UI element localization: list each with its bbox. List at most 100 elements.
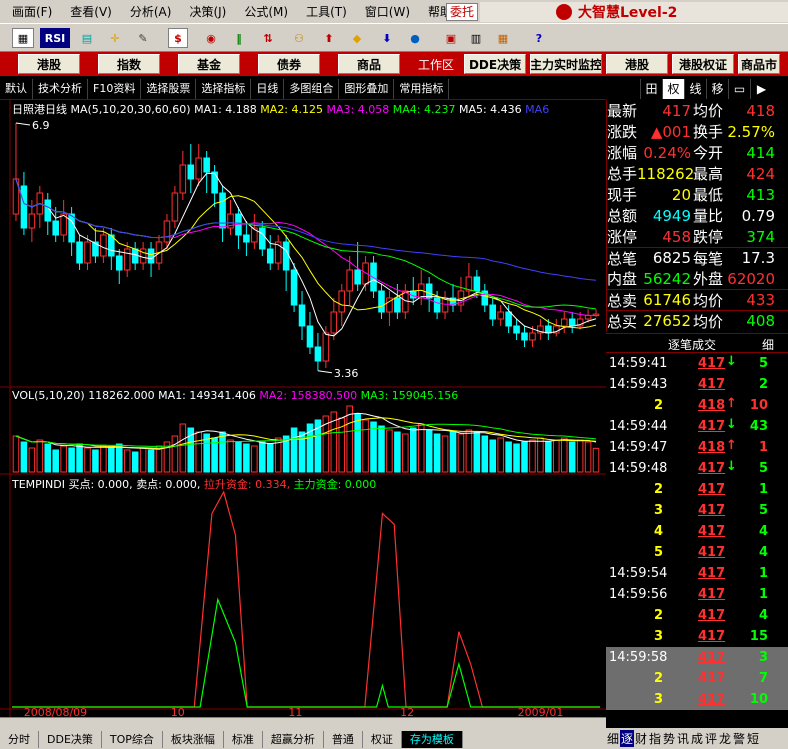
arrow-down-icon[interactable]: ⬇ — [376, 28, 398, 48]
sub-overlay[interactable]: 图形叠加 — [339, 78, 395, 99]
books-icon[interactable]: ▦ — [492, 28, 514, 48]
diamond-icon[interactable]: ◆ — [346, 28, 368, 48]
nav-hk-stocks-2[interactable]: 港股 — [606, 54, 669, 74]
nav-commodity-market[interactable]: 商品市 — [738, 54, 781, 74]
nav-hk-stocks[interactable]: 港股 — [18, 54, 80, 74]
print-icon[interactable]: ▣ — [440, 28, 462, 48]
nav-main-monitor[interactable]: 主力实时监控 — [530, 54, 603, 74]
quote-value: 0.24% — [643, 143, 691, 162]
tick-row: 14:59:47 418 ↑ 1 — [606, 437, 788, 458]
right-bottom-tab[interactable]: 财 — [634, 730, 648, 747]
bottom-tab[interactable]: 普通 — [324, 731, 363, 748]
right-bottom-tab[interactable]: 势 — [662, 730, 676, 747]
menu-analysis[interactable]: 分析(A) — [118, 0, 178, 24]
bottom-tab[interactable]: 权证 — [363, 731, 402, 748]
chart-icon[interactable]: ▤ — [76, 28, 98, 48]
tick-price: 417 — [698, 650, 726, 665]
help-icon[interactable]: ? — [528, 28, 550, 48]
volume-bar — [243, 443, 250, 473]
tick-volume: 3 — [758, 650, 768, 665]
bars-icon[interactable]: ‖ — [228, 28, 250, 48]
volume-bar — [386, 429, 393, 473]
nav-index[interactable]: 指数 — [98, 54, 160, 74]
rtab-next-icon[interactable]: ▶ — [750, 79, 772, 99]
kline-chart-area[interactable]: 6.9 3.36 2008/08/09 10 11 12 2009/01 日照港日线 MA(… — [0, 100, 606, 719]
binoculars-icon[interactable]: ⚇ — [288, 28, 310, 48]
menu-window[interactable]: 窗口(W) — [353, 0, 416, 24]
candle-body — [131, 248, 139, 264]
bottom-tab[interactable]: 板块涨幅 — [163, 731, 224, 748]
right-bottom-tab[interactable]: 讯 — [676, 730, 690, 747]
sub-common-indicators[interactable]: 常用指标 — [394, 78, 450, 99]
tick-time: 14:59:43 — [609, 377, 668, 392]
tick-row: 14:59:58 417 3 — [606, 647, 788, 668]
chart-scrollbar[interactable] — [0, 717, 606, 730]
document-icon[interactable]: ▥ — [466, 28, 486, 48]
tick-arrow-icon: ↓ — [726, 459, 737, 474]
right-bottom-tab[interactable]: 评 — [704, 730, 718, 747]
menu-formula[interactable]: 公式(M) — [232, 0, 294, 24]
sub-multi-chart[interactable]: 多图组合 — [284, 78, 340, 99]
right-bottom-tab[interactable]: 龙 — [718, 730, 732, 747]
nav-commodity[interactable]: 商品 — [338, 54, 400, 74]
ruler-icon[interactable]: ✎ — [130, 28, 156, 48]
bottom-tab[interactable]: 分时 — [0, 731, 39, 748]
candle-body — [52, 220, 59, 236]
bell-icon[interactable]: ● — [404, 28, 426, 48]
volume-bar — [394, 431, 401, 473]
bottom-tab[interactable]: 标准 — [224, 731, 263, 748]
tick-volume: 5 — [758, 461, 768, 476]
menu-view[interactable]: 查看(V) — [58, 0, 118, 24]
nav-hk-warrants[interactable]: 港股权证 — [672, 54, 735, 74]
rtab-move[interactable]: 移 — [706, 79, 728, 99]
move-icon[interactable]: ✛ — [104, 28, 126, 48]
right-bottom-tab[interactable]: 指 — [648, 730, 662, 747]
volume-bar — [537, 437, 544, 473]
signal-icon[interactable]: ⇅ — [256, 28, 280, 48]
tick-detail-button[interactable]: 细 — [762, 336, 774, 353]
dollar-icon[interactable]: $ — [168, 28, 188, 48]
tick-row: 14:59:48 417 ↓ 5 — [606, 458, 788, 479]
bottom-tab[interactable]: 超赢分析 — [263, 731, 324, 748]
volume-bar — [457, 433, 465, 473]
arrow-up-icon[interactable]: ⬆ — [318, 28, 340, 48]
rtab-window-icon[interactable]: ▭ — [728, 79, 750, 99]
right-bottom-tab[interactable]: 短 — [746, 730, 760, 747]
quote-value: 27652 — [643, 312, 691, 330]
candle-body — [497, 311, 504, 320]
nav-bond[interactable]: 债券 — [258, 54, 320, 74]
candle-body — [195, 157, 203, 180]
loop-icon[interactable]: ◉ — [198, 28, 224, 48]
quote-panel: 最新 417 均价 418 涨跌 ▲001 换手 2.57% 涨幅 0.24% 今开 414 总手 118… — [606, 100, 788, 332]
right-bottom-tab[interactable]: 成 — [690, 730, 704, 747]
right-bottom-tab[interactable]: 警 — [732, 730, 746, 747]
volume-bar — [402, 433, 409, 473]
menu-tools[interactable]: 工具(T) — [294, 0, 353, 24]
tick-list[interactable]: 14:59:41 417 ↓ 5 14:59:43 417 2 2 418 ↑ 10 14:59:44… — [606, 353, 788, 717]
nav-dde[interactable]: DDE决策 — [464, 54, 527, 74]
nav-fund[interactable]: 基金 — [178, 54, 240, 74]
right-bottom-tab[interactable]: 细 — [606, 730, 620, 747]
volume-bar — [100, 445, 107, 473]
sub-select-indicator[interactable]: 选择指标 — [196, 78, 252, 99]
sub-f10[interactable]: F10资料 — [88, 78, 142, 99]
right-bottom-tab[interactable]: 逐 — [620, 730, 634, 747]
entrust-button[interactable]: 委托 — [446, 3, 478, 21]
rtab-rights[interactable]: 权 — [662, 79, 684, 99]
bottom-tab[interactable]: TOP综合 — [102, 731, 163, 748]
tick-row: 5 417 4 — [606, 542, 788, 563]
menu-decision[interactable]: 决策(J) — [177, 0, 232, 24]
rtab-line[interactable]: 线 — [684, 79, 706, 99]
menu-screen[interactable]: 画面(F) — [0, 0, 58, 24]
temp-main: 主力资金: 0.000 — [293, 478, 377, 491]
rsi-icon[interactable]: RSI — [40, 28, 70, 48]
bottom-tab[interactable]: 存为模板 — [401, 731, 463, 748]
bottom-tab[interactable]: DDE决策 — [39, 731, 102, 748]
rtab-grid[interactable]: 田 — [640, 79, 662, 99]
sub-tech-analysis[interactable]: 技术分析 — [33, 78, 88, 99]
sub-select-stock[interactable]: 选择股票 — [141, 78, 197, 99]
grid-icon[interactable]: ▦ — [12, 28, 34, 48]
sub-daily[interactable]: 日线 — [251, 78, 285, 99]
sub-default[interactable]: 默认 — [0, 78, 33, 99]
volume-bar — [155, 445, 163, 473]
